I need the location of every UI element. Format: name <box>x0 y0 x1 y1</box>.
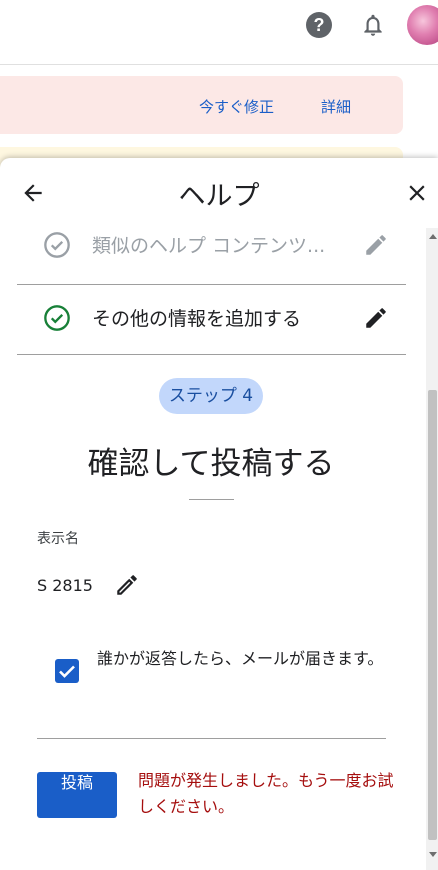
scroll-down-arrow-icon[interactable] <box>429 852 437 857</box>
bell-icon[interactable] <box>360 12 386 38</box>
pencil-icon[interactable] <box>114 572 140 598</box>
check-circle-icon <box>44 232 70 258</box>
pencil-icon[interactable] <box>363 305 389 331</box>
help-panel: ヘルプ 類似のヘルプ コンテンツ... その他の情報を追加する ステップ 4 確… <box>0 158 438 870</box>
check-icon <box>59 665 75 678</box>
divider <box>37 738 386 739</box>
post-button-label: 投稿 <box>60 773 93 792</box>
avatar[interactable] <box>407 5 438 45</box>
step-label: 類似のヘルプ コンテンツ... <box>92 235 326 257</box>
email-notify-label: 誰かが返答したら、メールが届きます。 <box>97 649 384 668</box>
details-link[interactable]: 詳細 <box>321 96 351 117</box>
question-circle-icon[interactable]: ? <box>306 12 332 38</box>
step-similar-content[interactable]: 類似のヘルプ コンテンツ... <box>17 214 406 285</box>
top-app-bar: ? <box>0 0 438 65</box>
check-circle-icon <box>44 305 70 331</box>
email-notify-checkbox[interactable] <box>55 659 79 683</box>
scrollbar-thumb[interactable] <box>428 390 437 840</box>
scroll-up-arrow-icon[interactable] <box>429 234 437 239</box>
panel-title: ヘルプ <box>178 181 260 212</box>
step-label: その他の情報を追加する <box>92 308 302 330</box>
fix-now-link[interactable]: 今すぐ修正 <box>199 96 274 117</box>
divider <box>189 499 234 500</box>
step-chip: ステップ 4 <box>159 378 263 414</box>
display-name-label: 表示名 <box>37 531 79 547</box>
pencil-icon[interactable] <box>363 232 389 258</box>
display-name-value: S 2815 <box>37 576 93 595</box>
section-heading: 確認して投稿する <box>87 446 335 482</box>
post-button[interactable]: 投稿 <box>37 772 117 818</box>
error-message: 問題が発生しました。もう一度お試しください。 <box>138 771 394 816</box>
step-add-info[interactable]: その他の情報を追加する <box>17 284 406 355</box>
close-icon[interactable] <box>404 180 430 206</box>
